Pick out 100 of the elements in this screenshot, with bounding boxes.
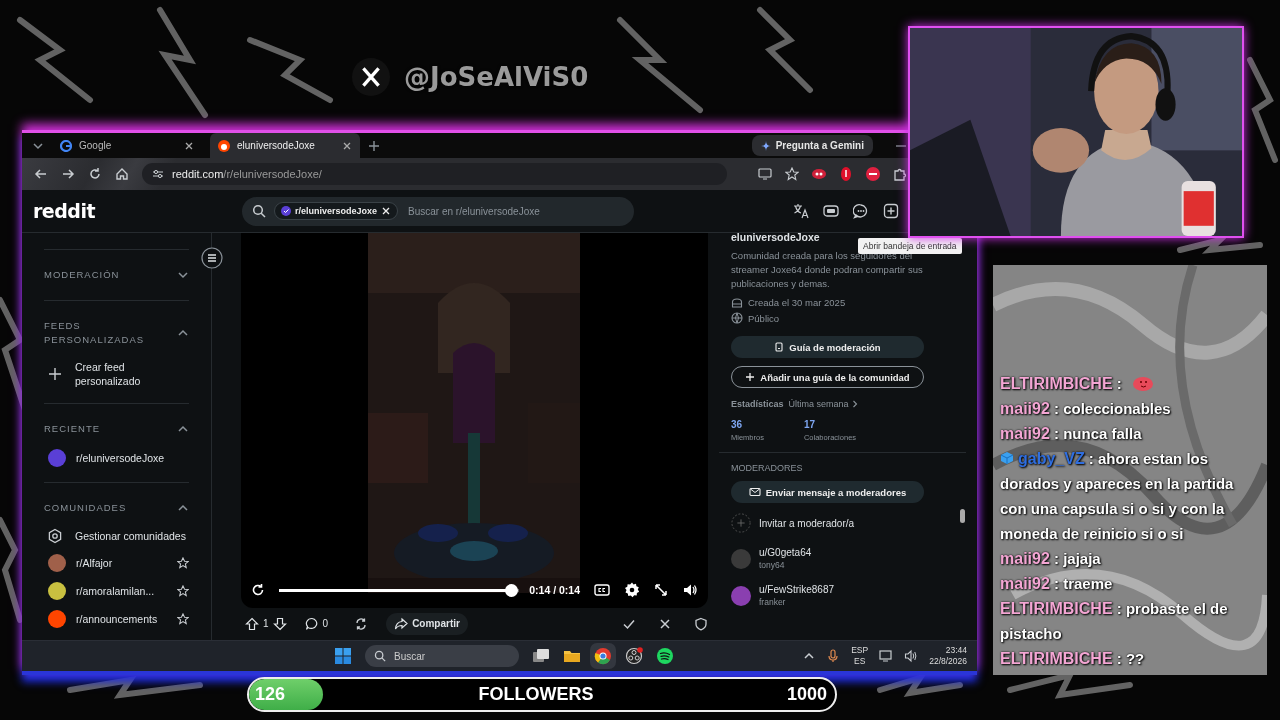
chat-message: maii92 : jajaja — [999, 549, 1102, 569]
sidebar-item[interactable]: Gestionar comunidades — [75, 529, 189, 543]
moderator-name[interactable]: u/G0geta64 — [759, 547, 812, 558]
upvote-icon[interactable] — [245, 616, 259, 631]
speaker-icon[interactable] — [904, 649, 919, 663]
remove-icon[interactable] — [381, 206, 392, 216]
settings-icon[interactable] — [624, 582, 640, 598]
fullscreen-icon[interactable] — [654, 583, 668, 597]
downvote-icon[interactable] — [272, 616, 287, 631]
task-view-icon[interactable] — [532, 647, 550, 665]
community-chip[interactable]: r/eluniversodeJoxe — [274, 202, 399, 220]
menu-icon[interactable] — [201, 247, 223, 269]
logo-icon — [352, 58, 390, 96]
expand-icon[interactable] — [177, 269, 189, 281]
sidebar-item[interactable]: r/amoralamilan... — [76, 584, 167, 598]
sidebar-item[interactable]: r/eluniversodeJoxe — [76, 451, 189, 465]
plus-icon — [745, 372, 756, 382]
followers-count: 126 — [255, 684, 286, 705]
recording-app-icon[interactable] — [625, 647, 643, 665]
favorite-star-icon[interactable] — [177, 613, 189, 625]
keyboard-language[interactable]: ESP — [851, 645, 869, 656]
taskbar-search-field[interactable]: Buscar — [365, 645, 519, 667]
captions-icon[interactable] — [594, 582, 610, 598]
extension-icon[interactable] — [812, 167, 826, 181]
section-title: COMUNIDADES — [44, 501, 128, 515]
chat-message: ELTIRIMBICHE : ?? — [999, 649, 1146, 669]
sidebar-item[interactable]: Crear feed personalizado — [75, 360, 189, 388]
social-handle: @JoSeAlViS0 — [404, 62, 589, 92]
music-app-icon[interactable] — [656, 647, 674, 665]
clock-date[interactable]: 22/8/2026 — [929, 656, 967, 667]
volume-icon[interactable] — [682, 582, 698, 598]
star-icon[interactable] — [785, 167, 799, 181]
chat-message: maii92 : nunca falla — [999, 424, 1143, 444]
browser-tab[interactable]: eluniversodeJoxe — [210, 133, 360, 158]
translate-icon[interactable] — [793, 203, 809, 219]
stat-value: 36 — [731, 419, 744, 430]
cake-icon — [731, 296, 743, 308]
message-moderators-button[interactable]: Enviar mensaje a moderadores — [731, 481, 924, 503]
moderator-flair: franker — [759, 597, 787, 607]
forward-icon[interactable] — [61, 167, 75, 181]
vote-button[interactable]: 1 — [241, 612, 291, 635]
moderation-guide-button[interactable]: Guía de moderación — [731, 336, 924, 358]
search-icon — [374, 650, 386, 662]
share-button[interactable]: Compartir — [386, 612, 468, 635]
search-field[interactable]: r/eluniversodeJoxe Buscar en r/eluniversodeJoxe — [242, 196, 634, 226]
section-title: MODERACIÓN — [44, 268, 121, 282]
create-icon[interactable] — [883, 203, 899, 219]
close-tab-icon[interactable] — [342, 140, 352, 151]
settings-icon — [47, 528, 63, 544]
search-icon — [252, 204, 266, 218]
moderator-flair: tony64 — [759, 560, 786, 570]
chat-message: ELTIRIMBICHE : — [997, 371, 1261, 396]
moderator-name[interactable]: u/FewStrike8687 — [759, 584, 835, 595]
chat-icon[interactable] — [853, 203, 869, 219]
extension-icon[interactable] — [839, 167, 853, 181]
followers-label: FOLLOWERS — [478, 684, 594, 705]
microphone-icon[interactable] — [826, 649, 841, 663]
chat-message: gaby_VZ : ahora estan los dorados y apareces en la partida con una capsula si o si y con la moneda de reinicio si o si — [999, 449, 1235, 544]
period-link[interactable]: Última semana — [788, 399, 859, 409]
comments-button[interactable]: 0 — [300, 612, 333, 635]
start-icon[interactable] — [334, 647, 352, 665]
repost-icon[interactable] — [354, 616, 369, 631]
community-name: eluniversodeJoxe — [731, 233, 821, 243]
reload-icon[interactable] — [88, 167, 102, 181]
close-tab-icon[interactable] — [184, 140, 194, 151]
back-icon[interactable] — [34, 167, 48, 181]
chat-message: maii92 : traeme — [999, 574, 1114, 594]
close-icon[interactable] — [658, 616, 672, 631]
comment-icon — [304, 616, 319, 631]
replay-icon[interactable] — [251, 583, 265, 597]
tooltip: Abrir bandeja de entrada — [858, 238, 962, 254]
extension-icon[interactable] — [866, 167, 880, 181]
clock-time[interactable]: 23:44 — [945, 645, 967, 656]
video-player[interactable]: 0:14 / 0:14 — [241, 233, 708, 608]
reddit-logo[interactable]: reddit — [33, 200, 228, 222]
new-tab-icon[interactable] — [368, 139, 380, 152]
document-icon — [774, 342, 785, 352]
shield-icon[interactable] — [694, 616, 708, 631]
section-title: RECIENTE — [44, 422, 102, 436]
extensions-icon[interactable] — [893, 167, 907, 181]
sidebar-item[interactable]: r/Alfajor — [76, 556, 167, 570]
chevron-icon — [850, 400, 859, 408]
network-icon[interactable] — [879, 649, 894, 663]
favorite-star-icon[interactable] — [177, 557, 189, 569]
home-icon[interactable] — [115, 167, 129, 181]
browser-tab[interactable]: Google — [52, 133, 202, 158]
keyboard-region[interactable]: ES — [854, 656, 866, 667]
google-favicon-icon — [60, 139, 72, 152]
plus-icon — [47, 366, 63, 382]
invite-moderator-link[interactable]: Invitar a moderador/a — [759, 517, 855, 529]
community-avatar-icon — [281, 206, 291, 216]
gemini-button[interactable]: Pregunta a Gemini — [751, 135, 873, 156]
favorite-star-icon[interactable] — [177, 585, 189, 597]
ads-icon[interactable] — [823, 203, 839, 219]
address-field[interactable]: reddit.com/r/eluniversodeJoxe/ — [142, 163, 727, 185]
install-icon[interactable] — [758, 167, 772, 181]
moderators-heading: MODERADORES — [731, 463, 804, 473]
scrollbar[interactable] — [960, 509, 965, 523]
sidebar-item[interactable]: r/announcements — [76, 612, 167, 626]
site-settings-icon[interactable] — [152, 168, 164, 180]
